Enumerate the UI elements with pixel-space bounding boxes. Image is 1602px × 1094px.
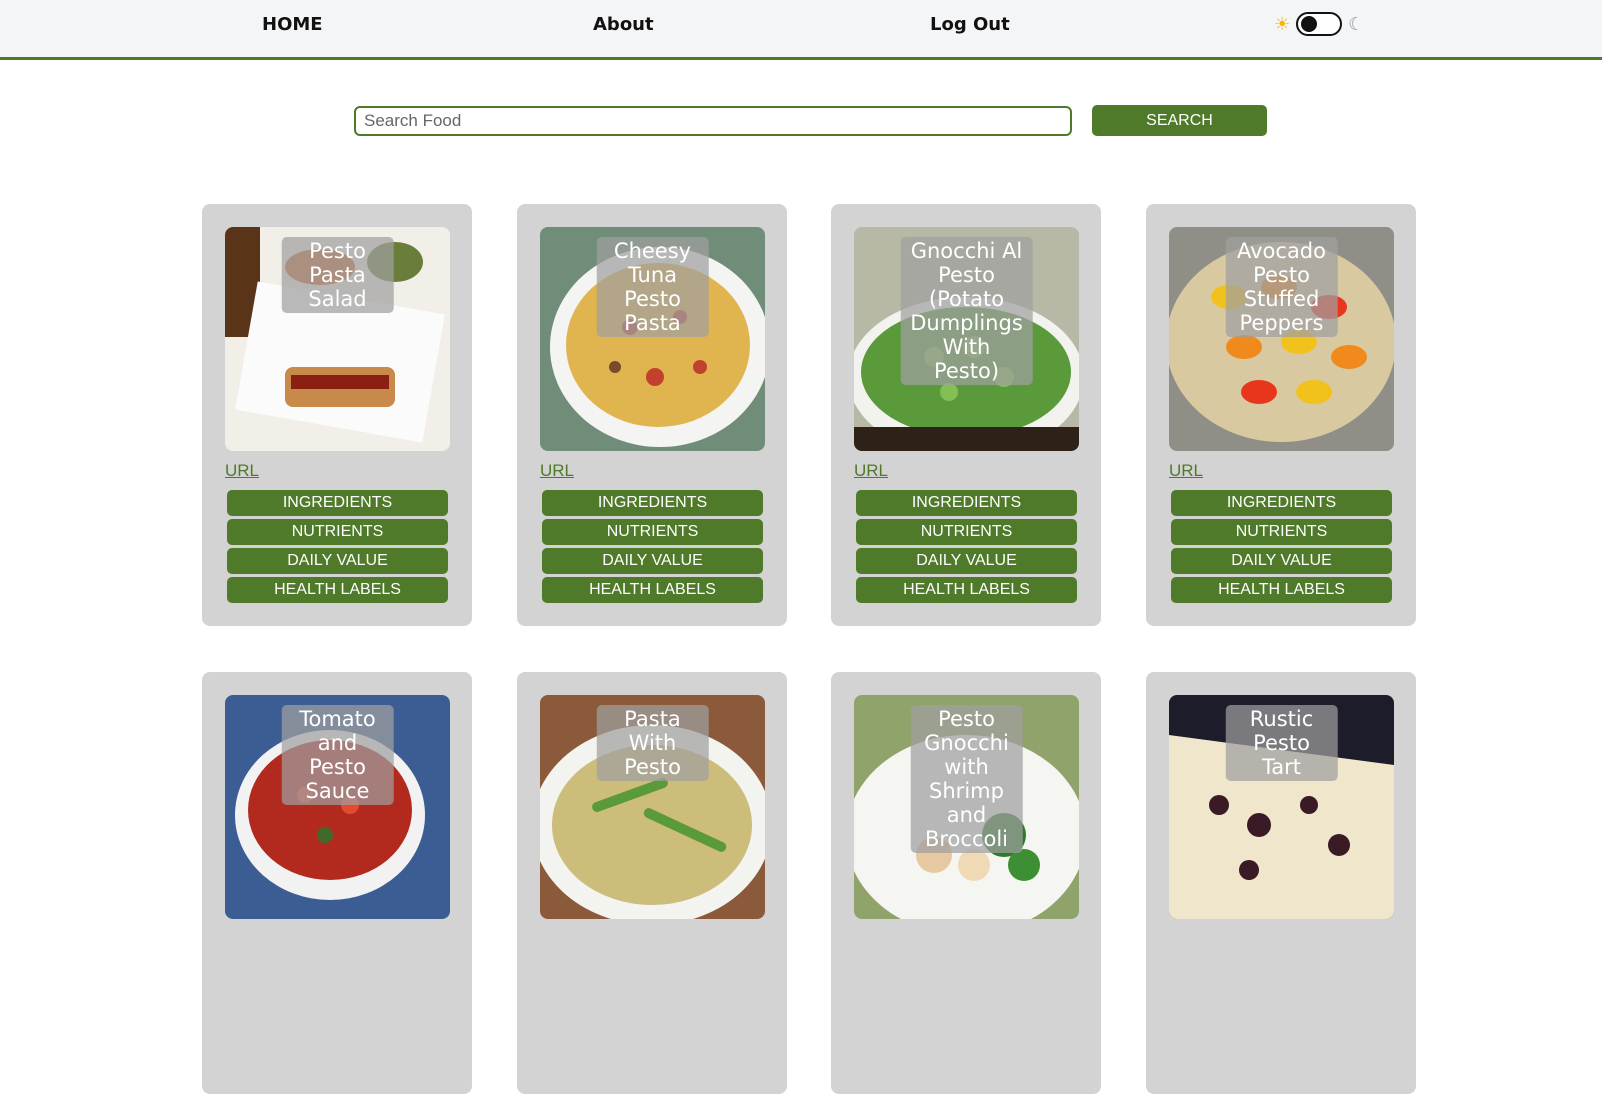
- health-labels-button[interactable]: HEALTH LABELS: [1171, 577, 1392, 603]
- ingredients-button[interactable]: INGREDIENTS: [542, 490, 763, 516]
- recipe-title: Pesto Gnocchi with Shrimp and Broccoli: [910, 705, 1023, 853]
- recipe-title: Pesto Pasta Salad: [281, 237, 394, 313]
- nav-about-link[interactable]: About: [593, 14, 654, 35]
- recipe-image: Pasta With Pesto: [540, 695, 765, 919]
- recipe-card: Cheesy Tuna Pesto Pasta URL INGREDIENTS …: [517, 204, 787, 626]
- daily-value-button[interactable]: DAILY VALUE: [542, 548, 763, 574]
- theme-toggle[interactable]: ☀ ☾: [1274, 12, 1364, 36]
- recipe-card: Avocado Pesto Stuffed Peppers URL INGRED…: [1146, 204, 1416, 626]
- daily-value-button[interactable]: DAILY VALUE: [856, 548, 1077, 574]
- recipe-card: Gnocchi Al Pesto (Potato Dumplings With …: [831, 204, 1101, 626]
- recipe-card: Rustic Pesto Tart: [1146, 672, 1416, 1094]
- sun-icon: ☀: [1274, 14, 1291, 34]
- daily-value-button[interactable]: DAILY VALUE: [1171, 548, 1392, 574]
- ingredients-button[interactable]: INGREDIENTS: [856, 490, 1077, 516]
- recipe-image: Pesto Pasta Salad: [225, 227, 450, 451]
- recipe-url-link[interactable]: URL: [225, 461, 259, 481]
- search-button[interactable]: SEARCH: [1092, 105, 1267, 136]
- daily-value-button[interactable]: DAILY VALUE: [227, 548, 448, 574]
- recipe-card: Pesto Gnocchi with Shrimp and Broccoli: [831, 672, 1101, 1094]
- recipe-card: Pesto Pasta Salad URL INGREDIENTS NUTRIE…: [202, 204, 472, 626]
- switch-knob: [1301, 16, 1318, 32]
- nutrients-button[interactable]: NUTRIENTS: [542, 519, 763, 545]
- nutrients-button[interactable]: NUTRIENTS: [856, 519, 1077, 545]
- dark-mode-switch[interactable]: [1296, 12, 1343, 36]
- recipe-title: Avocado Pesto Stuffed Peppers: [1225, 237, 1338, 337]
- ingredients-button[interactable]: INGREDIENTS: [1171, 490, 1392, 516]
- recipe-image: Pesto Gnocchi with Shrimp and Broccoli: [854, 695, 1079, 919]
- recipe-image: Cheesy Tuna Pesto Pasta: [540, 227, 765, 451]
- moon-icon: ☾: [1348, 14, 1365, 34]
- recipe-title: Pasta With Pesto: [596, 705, 709, 781]
- recipe-title: Cheesy Tuna Pesto Pasta: [596, 237, 709, 337]
- recipe-image: Gnocchi Al Pesto (Potato Dumplings With …: [854, 227, 1079, 451]
- recipe-title: Gnocchi Al Pesto (Potato Dumplings With …: [900, 237, 1033, 385]
- nav-logout-link[interactable]: Log Out: [930, 14, 1010, 35]
- top-navbar: HOME About Log Out ☀ ☾: [0, 0, 1602, 60]
- recipe-url-link[interactable]: URL: [854, 461, 888, 481]
- search-food-input[interactable]: [354, 106, 1072, 136]
- health-labels-button[interactable]: HEALTH LABELS: [856, 577, 1077, 603]
- nutrients-button[interactable]: NUTRIENTS: [227, 519, 448, 545]
- health-labels-button[interactable]: HEALTH LABELS: [227, 577, 448, 603]
- recipe-image: Avocado Pesto Stuffed Peppers: [1169, 227, 1394, 451]
- recipe-image: Rustic Pesto Tart: [1169, 695, 1394, 919]
- ingredients-button[interactable]: INGREDIENTS: [227, 490, 448, 516]
- recipe-title: Rustic Pesto Tart: [1225, 705, 1338, 781]
- health-labels-button[interactable]: HEALTH LABELS: [542, 577, 763, 603]
- nutrients-button[interactable]: NUTRIENTS: [1171, 519, 1392, 545]
- recipe-title: Tomato and Pesto Sauce: [281, 705, 394, 805]
- recipe-url-link[interactable]: URL: [1169, 461, 1203, 481]
- recipe-card: Tomato and Pesto Sauce: [202, 672, 472, 1094]
- recipe-image: Tomato and Pesto Sauce: [225, 695, 450, 919]
- recipe-url-link[interactable]: URL: [540, 461, 574, 481]
- recipe-card: Pasta With Pesto: [517, 672, 787, 1094]
- nav-home-link[interactable]: HOME: [262, 14, 323, 35]
